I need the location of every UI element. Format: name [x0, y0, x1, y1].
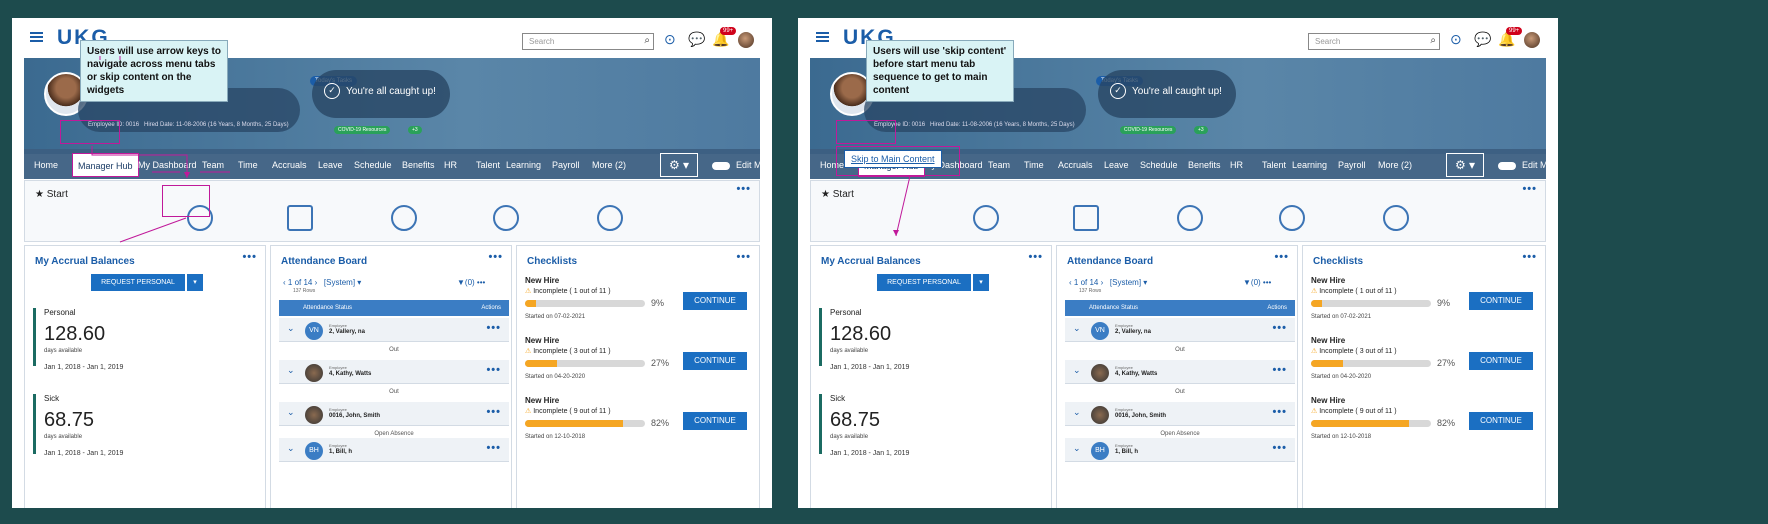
- left-screen: UKG Search ⌕ ⊙ 💬 🔔 99+ Employee ID: 0016 H…: [12, 18, 772, 508]
- annotation-arrows: [893, 175, 911, 237]
- annotation-arrows: [91, 56, 230, 243]
- right-screen: UKG Search ⌕ ⊙ 💬 🔔 99+ Employee ID: 0016 H…: [798, 18, 1558, 508]
